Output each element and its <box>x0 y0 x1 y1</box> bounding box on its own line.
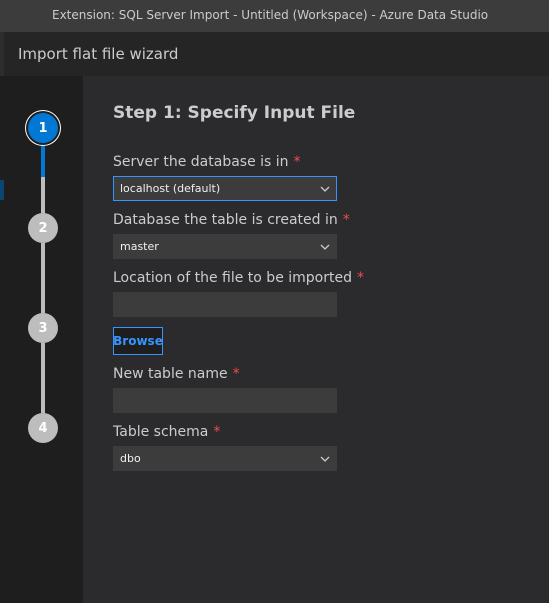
step-number: 2 <box>38 220 48 236</box>
server-label-text: Server the database is in <box>113 154 289 170</box>
step-number: 4 <box>38 420 48 436</box>
wizard-page: Step 1: Specify Input File Server the da… <box>83 76 549 603</box>
step-number: 1 <box>38 120 48 136</box>
file-location-input[interactable] <box>113 292 337 317</box>
step-2-indicator[interactable]: 2 <box>28 213 58 243</box>
required-marker: * <box>293 154 301 170</box>
database-label: Database the table is created in * <box>113 212 350 228</box>
chevron-down-icon <box>320 244 330 250</box>
server-select-value: localhost (default) <box>120 182 221 195</box>
schema-select[interactable]: dbo <box>113 446 337 471</box>
schema-label-text: Table schema <box>113 424 209 440</box>
step-3-indicator[interactable]: 3 <box>28 313 58 343</box>
chevron-down-icon <box>320 186 330 192</box>
table-name-label-text: New table name <box>113 366 228 382</box>
required-marker: * <box>232 366 240 382</box>
chevron-down-icon <box>320 456 330 462</box>
database-label-text: Database the table is created in <box>113 212 338 228</box>
window-title: Extension: SQL Server Import - Untitled … <box>52 8 489 22</box>
server-select[interactable]: localhost (default) <box>113 176 337 201</box>
step-4-indicator[interactable]: 4 <box>28 413 58 443</box>
window-titlebar: Extension: SQL Server Import - Untitled … <box>0 0 549 32</box>
dialog-header: Import flat file wizard <box>4 32 549 77</box>
table-name-input[interactable] <box>113 388 337 413</box>
step-connector-active <box>41 143 45 177</box>
database-select-value: master <box>120 240 159 253</box>
page-title: Step 1: Specify Input File <box>113 103 356 123</box>
database-select[interactable]: master <box>113 234 337 259</box>
step-connector <box>41 243 45 313</box>
required-marker: * <box>213 424 221 440</box>
table-name-label: New table name * <box>113 366 240 382</box>
file-location-label: Location of the file to be imported * <box>113 270 364 286</box>
step-1-indicator[interactable]: 1 <box>28 113 58 143</box>
schema-select-value: dbo <box>120 452 141 465</box>
required-marker: * <box>342 212 350 228</box>
browse-button[interactable]: Browse <box>113 327 163 355</box>
required-marker: * <box>356 270 364 286</box>
file-location-label-text: Location of the file to be imported <box>113 270 352 286</box>
step-number: 3 <box>38 320 48 336</box>
wizard-stepper: 1 2 3 4 <box>4 76 83 603</box>
dialog-title: Import flat file wizard <box>18 45 179 63</box>
step-connector <box>41 343 45 413</box>
step-connector <box>41 177 45 213</box>
schema-label: Table schema * <box>113 424 220 440</box>
server-label: Server the database is in * <box>113 154 301 170</box>
